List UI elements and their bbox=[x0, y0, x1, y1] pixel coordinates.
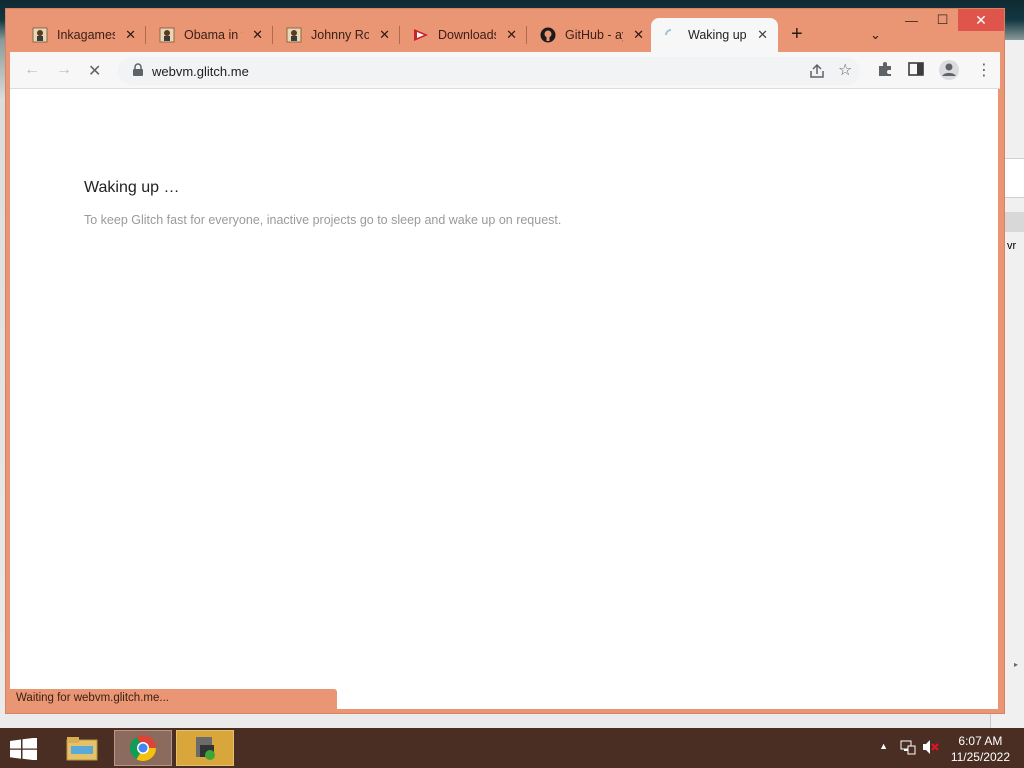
scroll-right-icon[interactable]: ▸ bbox=[1014, 660, 1018, 669]
page-content: Waking up … To keep Glitch fast for ever… bbox=[10, 89, 998, 709]
close-tab-icon[interactable]: ✕ bbox=[757, 27, 768, 43]
tab-separator bbox=[399, 26, 400, 44]
tab-search-chevron-icon[interactable]: ⌄ bbox=[870, 27, 881, 43]
tab-title: Johnny Roc bbox=[311, 28, 369, 42]
volume-muted-icon[interactable] bbox=[922, 739, 940, 760]
clock-time: 6:07 AM bbox=[958, 734, 1003, 748]
tab-separator bbox=[272, 26, 273, 44]
chrome-icon bbox=[129, 735, 157, 762]
tab-title: Downloads bbox=[438, 28, 496, 42]
close-tab-icon[interactable]: ✕ bbox=[125, 27, 136, 43]
app-taskbar-button[interactable] bbox=[176, 730, 234, 766]
browser-toolbar: ← → ✕ webvm.glitch.me ☆ ⋮ bbox=[10, 52, 1000, 89]
new-tab-button[interactable]: + bbox=[791, 23, 803, 46]
lock-screen-icon bbox=[196, 737, 215, 760]
taskbar: ▲ 6:07 AM 11/25/2022 bbox=[0, 728, 1024, 768]
url-text: webvm.glitch.me bbox=[152, 64, 249, 79]
kebab-menu-icon[interactable]: ⋮ bbox=[976, 60, 992, 80]
status-bubble: Waiting for webvm.glitch.me... bbox=[10, 689, 337, 709]
tab-strip: Inkagames ✕ Obama in the ✕ Johnny Roc ✕ … bbox=[6, 18, 1006, 52]
close-tab-icon[interactable]: ✕ bbox=[379, 27, 390, 43]
avatar-icon bbox=[286, 27, 302, 43]
file-explorer-taskbar-button[interactable] bbox=[53, 730, 111, 766]
forward-button[interactable]: → bbox=[56, 61, 72, 79]
extensions-puzzle-icon[interactable] bbox=[876, 60, 894, 83]
back-button[interactable]: ← bbox=[24, 61, 40, 79]
avatar-icon bbox=[32, 27, 48, 43]
bookmark-star-icon[interactable]: ☆ bbox=[838, 60, 852, 80]
tab-title: Waking up bbox=[688, 28, 746, 42]
tab-separator bbox=[526, 26, 527, 44]
chrome-taskbar-button[interactable] bbox=[114, 730, 172, 766]
page-description: To keep Glitch fast for everyone, inacti… bbox=[84, 213, 562, 227]
page-heading: Waking up … bbox=[84, 179, 180, 196]
share-icon[interactable] bbox=[808, 62, 826, 85]
github-icon bbox=[540, 27, 556, 43]
tab-title: Inkagames bbox=[57, 28, 115, 42]
taskbar-clock[interactable]: 6:07 AM 11/25/2022 bbox=[951, 733, 1010, 765]
tab-title: GitHub - ay bbox=[565, 28, 623, 42]
close-tab-icon[interactable]: ✕ bbox=[633, 27, 644, 43]
show-hidden-icons-icon[interactable]: ▲ bbox=[879, 741, 888, 751]
tab-separator bbox=[145, 26, 146, 44]
lock-icon[interactable] bbox=[132, 63, 144, 82]
folder-icon bbox=[66, 737, 98, 761]
tab-waking-up[interactable]: Waking up ✕ bbox=[651, 18, 778, 52]
stop-button[interactable]: ✕ bbox=[88, 61, 101, 81]
background-text-fragment: vr bbox=[1007, 240, 1017, 252]
address-bar[interactable]: webvm.glitch.me ☆ bbox=[118, 57, 860, 85]
network-icon[interactable] bbox=[900, 739, 916, 760]
avatar-icon bbox=[159, 27, 175, 43]
tab-github[interactable]: GitHub - ay ✕ bbox=[528, 18, 654, 52]
download-icon bbox=[413, 27, 429, 43]
close-tab-icon[interactable]: ✕ bbox=[506, 27, 517, 43]
loading-icon bbox=[663, 27, 679, 43]
tab-johnny[interactable]: Johnny Roc ✕ bbox=[274, 18, 400, 52]
side-panel-icon[interactable] bbox=[908, 61, 924, 82]
tab-obama[interactable]: Obama in the ✕ bbox=[147, 18, 273, 52]
clock-date: 11/25/2022 bbox=[950, 750, 1010, 764]
browser-window: — ☐ ✕ Inkagames ✕ Obama in the ✕ Johnny … bbox=[5, 8, 1005, 714]
tab-downloads[interactable]: Downloads ✕ bbox=[401, 18, 527, 52]
profile-avatar-icon[interactable] bbox=[938, 59, 960, 86]
tab-inkagames[interactable]: Inkagames ✕ bbox=[20, 18, 146, 52]
tab-title: Obama in the bbox=[184, 28, 242, 42]
close-tab-icon[interactable]: ✕ bbox=[252, 27, 263, 43]
windows-start-icon[interactable] bbox=[10, 737, 38, 765]
